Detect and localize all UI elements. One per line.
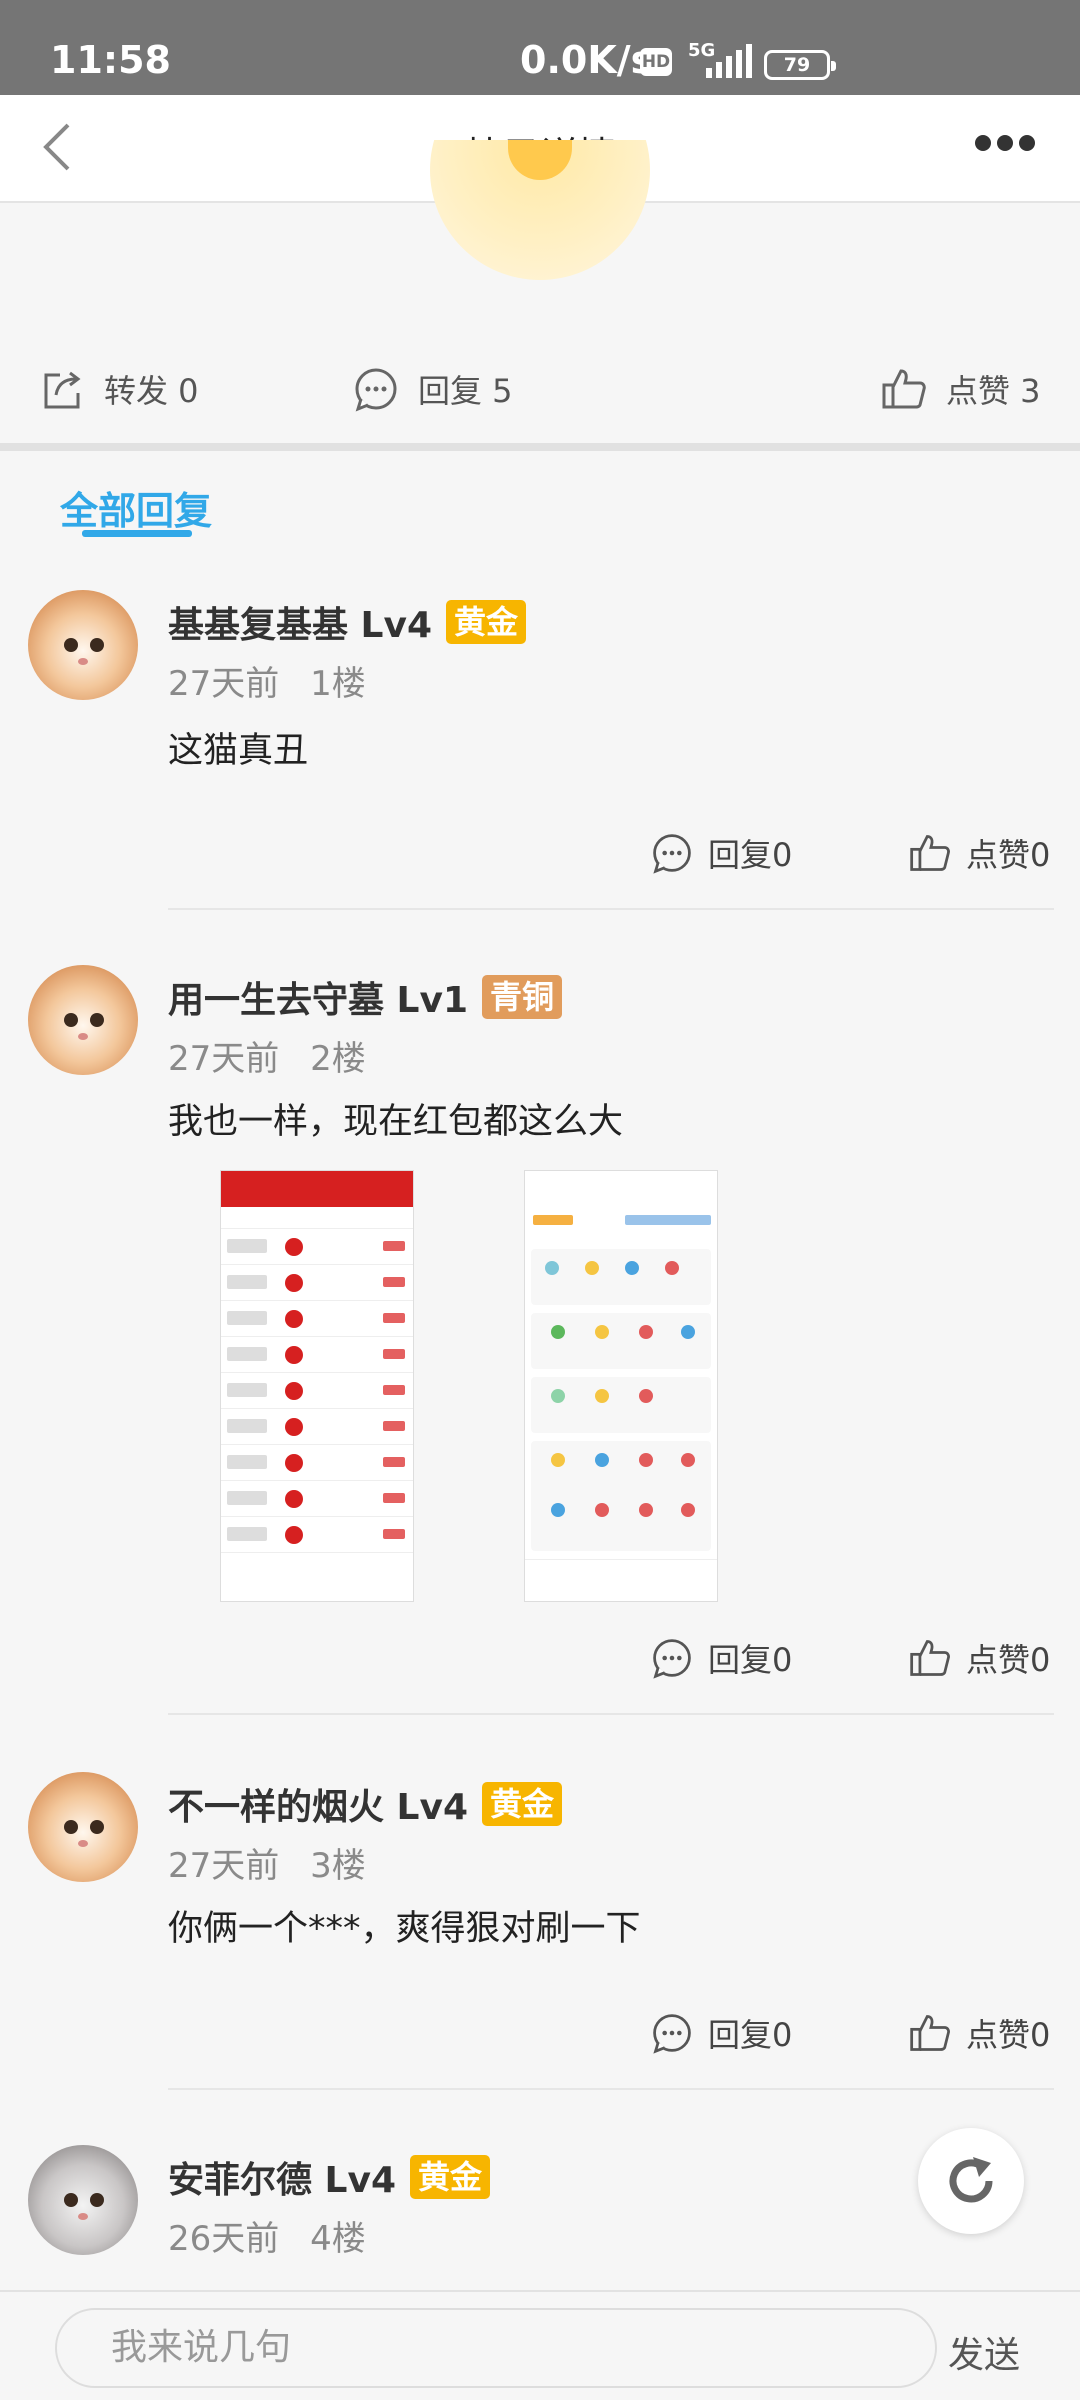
level-badge: 黄金 — [482, 1782, 563, 1826]
like-count: 点赞0 — [966, 836, 1051, 874]
share-icon — [44, 371, 81, 409]
post-image — [430, 140, 650, 280]
more-icon[interactable] — [975, 135, 1045, 165]
status-time: 11:58 — [50, 38, 171, 82]
attached-image[interactable] — [524, 1170, 718, 1602]
avatar[interactable] — [28, 590, 138, 700]
post-actions: 转发 0 回复 5 点赞 3 — [0, 340, 1080, 440]
attached-image[interactable] — [220, 1170, 414, 1602]
reply-to-comment-button[interactable]: 回复0 — [650, 830, 792, 876]
username[interactable]: 安菲尔德 Lv4 — [168, 2151, 396, 2203]
like-count: 点赞0 — [966, 2016, 1051, 2054]
like-comment-button[interactable]: 点赞0 — [908, 830, 1050, 876]
status-bar: 11:58 0.0K/s HD 5G 79 — [0, 0, 1080, 95]
reply-content: 这猫真丑 — [168, 731, 309, 771]
reply-to-comment-button[interactable]: 回复0 — [650, 1635, 792, 1681]
reply-time: 27天前 — [168, 664, 280, 704]
like-label: 点赞 3 — [946, 372, 1041, 410]
username[interactable]: 不一样的烟火 Lv4 — [168, 1778, 468, 1830]
tab-all-replies[interactable]: 全部回复 — [60, 480, 213, 537]
username[interactable]: 基基复基基 Lv4 — [168, 596, 432, 648]
reply-content: 你俩一个***，爽得狠对刷一下 — [168, 1909, 641, 1949]
thumbs-up-icon — [910, 2015, 950, 2051]
tab-all-replies-label: 全部回复 — [60, 489, 213, 533]
level-badge: 青铜 — [482, 975, 563, 1019]
divider — [168, 908, 1054, 910]
hd-icon: HD — [640, 48, 672, 76]
floor-number: 2楼 — [310, 1039, 366, 1079]
reply-button[interactable]: 回复 5 — [352, 365, 513, 413]
avatar[interactable] — [28, 965, 138, 1075]
refresh-icon — [949, 2157, 993, 2203]
send-button[interactable]: 发送 — [948, 2326, 1020, 2378]
floor-number: 1楼 — [310, 664, 366, 704]
floor-number: 3楼 — [310, 1846, 366, 1886]
divider — [168, 1713, 1054, 1715]
forward-label: 转发 0 — [104, 372, 199, 410]
comment-icon — [653, 1639, 691, 1679]
reply-count: 回复0 — [708, 1641, 793, 1679]
reply-content: 我也一样，现在红包都这么大 — [168, 1102, 624, 1142]
level-badge: 黄金 — [446, 600, 527, 644]
refresh-button[interactable] — [918, 2128, 1024, 2234]
comment-icon — [653, 834, 691, 874]
level-badge: 黄金 — [410, 2155, 491, 2199]
like-count: 点赞0 — [966, 1641, 1051, 1679]
avatar[interactable] — [28, 2145, 138, 2255]
username[interactable]: 用一生去守墓 Lv1 — [168, 971, 468, 1023]
thumbs-up-icon — [910, 1640, 950, 1676]
forward-button[interactable]: 转发 0 — [38, 365, 199, 413]
reply-count: 回复0 — [708, 836, 793, 874]
comment-input[interactable]: 我来说几句 — [55, 2308, 937, 2388]
thumbs-up-icon — [910, 835, 950, 871]
reply-time: 26天前 — [168, 2219, 280, 2259]
battery-icon: 79 — [764, 50, 836, 80]
comment-icon — [355, 368, 397, 412]
comment-composer: 我来说几句 发送 — [0, 2290, 1080, 2400]
avatar[interactable] — [28, 1772, 138, 1882]
network-speed: 0.0K/s — [520, 38, 654, 82]
signal-icon — [706, 44, 752, 78]
divider — [0, 443, 1080, 451]
reply-time: 27天前 — [168, 1846, 280, 1886]
divider — [168, 2088, 1054, 2090]
like-comment-button[interactable]: 点赞0 — [908, 2010, 1050, 2056]
like-button[interactable]: 点赞 3 — [880, 365, 1041, 413]
reply-time: 27天前 — [168, 1039, 280, 1079]
like-comment-button[interactable]: 点赞0 — [908, 1635, 1050, 1681]
reply-to-comment-button[interactable]: 回复0 — [650, 2010, 792, 2056]
floor-number: 4楼 — [310, 2219, 366, 2259]
reply-label: 回复 5 — [418, 372, 513, 410]
thumbs-up-icon — [882, 369, 926, 409]
comment-icon — [653, 2014, 691, 2054]
reply-count: 回复0 — [708, 2016, 793, 2054]
